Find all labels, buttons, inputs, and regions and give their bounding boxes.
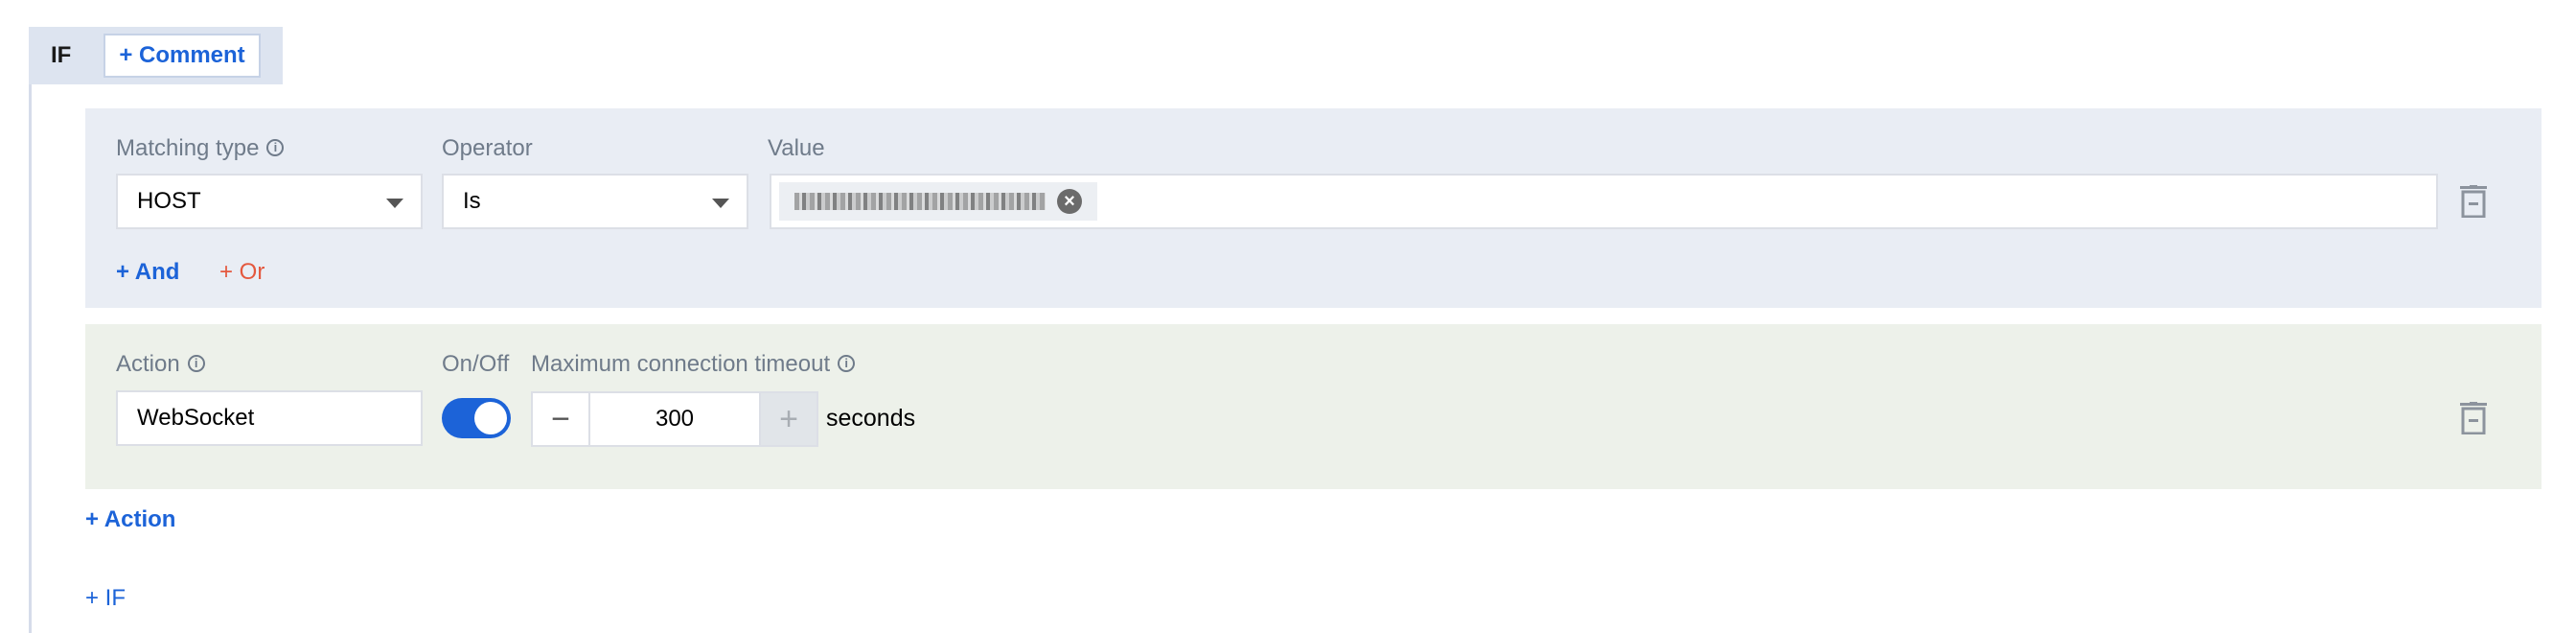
value-tag: × <box>779 182 1097 221</box>
timeout-input[interactable]: 300 <box>590 391 759 447</box>
decrement-button[interactable]: − <box>531 391 590 447</box>
unit-label: seconds <box>826 405 916 432</box>
toggle-knob <box>474 402 507 434</box>
action-label-wrap: Action i <box>116 351 205 378</box>
add-comment-button[interactable]: + Comment <box>104 34 261 78</box>
onoff-label: On/Off <box>442 351 510 377</box>
info-icon[interactable]: i <box>266 138 285 156</box>
value-label: Value <box>768 135 825 161</box>
timeout-label-wrap: Maximum connection timeout i <box>531 351 856 378</box>
onoff-toggle[interactable] <box>442 398 511 438</box>
info-icon[interactable]: i <box>838 354 856 372</box>
increment-button[interactable]: + <box>759 391 818 447</box>
matching-type-select[interactable]: HOST <box>116 174 423 229</box>
add-if-link[interactable]: + IF <box>85 585 126 612</box>
matching-type-value: HOST <box>137 188 201 214</box>
operator-label: Operator <box>442 135 533 161</box>
if-rail <box>29 84 32 633</box>
matching-type-label: Matching type <box>116 135 260 161</box>
add-or-condition-link[interactable]: + Or <box>219 259 264 286</box>
close-icon[interactable]: × <box>1057 189 1082 214</box>
timeout-label: Maximum connection timeout <box>531 351 831 377</box>
add-and-condition-link[interactable]: + And <box>116 259 179 286</box>
operator-value: Is <box>463 188 481 214</box>
action-value: WebSocket <box>137 405 255 431</box>
if-label: IF <box>51 42 72 68</box>
operator-select[interactable]: Is <box>442 174 748 229</box>
trash-icon[interactable] <box>2459 185 2488 218</box>
chevron-down-icon <box>712 199 729 208</box>
add-action-link[interactable]: + Action <box>85 506 175 533</box>
action-select[interactable]: WebSocket <box>116 390 423 446</box>
redacted-tag-text <box>794 193 1046 210</box>
chevron-down-icon <box>386 199 403 208</box>
info-icon[interactable]: i <box>187 354 205 372</box>
matching-type-label-wrap: Matching type i <box>116 135 285 162</box>
trash-icon[interactable] <box>2459 402 2488 434</box>
action-label: Action <box>116 351 180 377</box>
